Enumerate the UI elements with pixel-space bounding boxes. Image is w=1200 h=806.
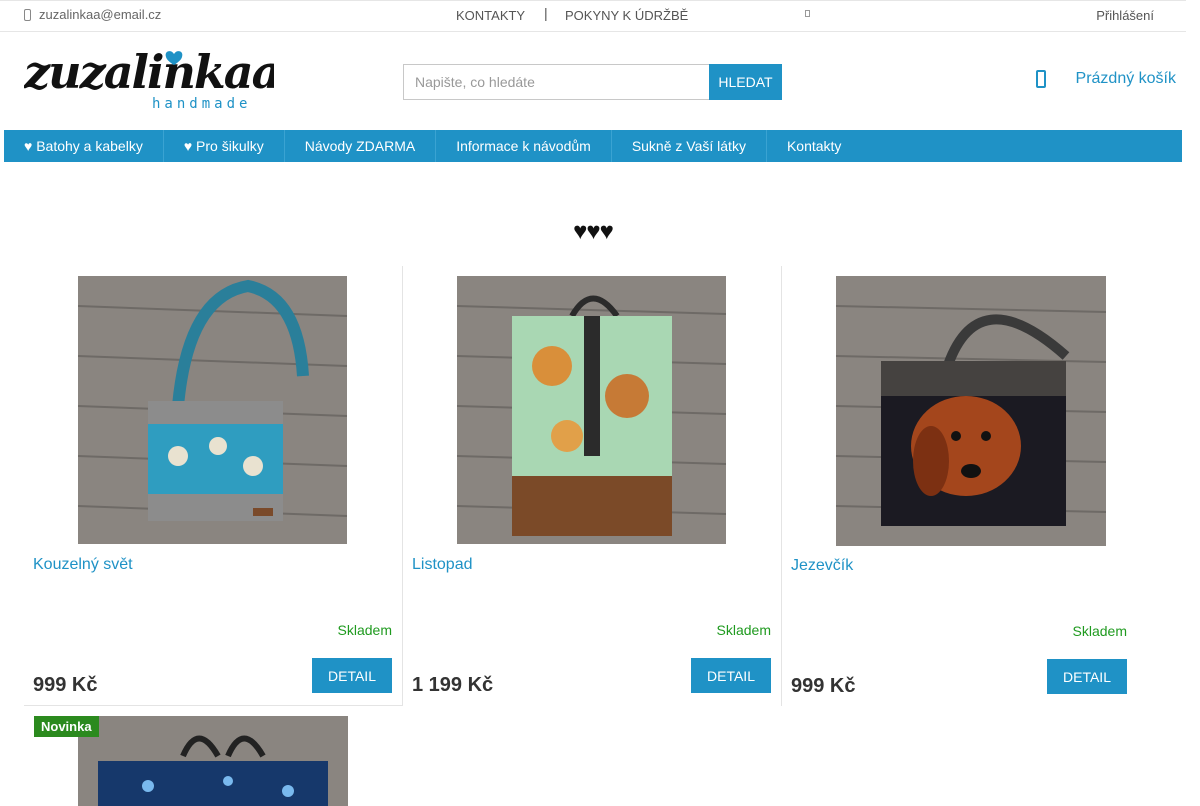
section-heading: ♥♥♥ [573,218,614,245]
new-badge: Novinka [34,716,99,737]
product-title[interactable]: Jezevčík [791,557,853,575]
nav-item-free-patterns[interactable]: Návody ZDARMA [285,130,437,162]
product-card: Listopad Skladem 1 199 Kč DETAIL [403,266,782,706]
top-link-contacts[interactable]: KONTAKTY [456,8,525,23]
detail-button[interactable]: DETAIL [1047,659,1127,694]
main-nav: ♥ Batohy a kabelky ♥ Pro šikulky Návody … [4,130,1182,162]
email-contact[interactable]: zuzalinkaa@email.cz [24,7,161,22]
nav-item-skirts[interactable]: Sukně z Vaší látky [612,130,767,162]
product-price: 1 199 Kč [412,674,494,696]
product-image[interactable] [836,276,1106,546]
product-title[interactable]: Listopad [412,556,473,574]
top-bar: zuzalinkaa@email.cz KONTAKTY | POKYNY K … [0,0,1186,32]
nav-item-crafters[interactable]: ♥ Pro šikulky [164,130,285,162]
login-link[interactable]: Přihlášení [1096,8,1154,23]
stock-status: Skladem [337,622,392,638]
cart-icon [1035,70,1046,88]
product-card: Novinka [24,706,403,806]
product-price: 999 Kč [791,675,856,697]
site-logo[interactable]: zuzalinkaa handmade [24,48,274,112]
email-text: zuzalinkaa@email.cz [39,7,162,22]
nav-item-bags[interactable]: ♥ Batohy a kabelky [4,130,164,162]
search-button[interactable]: HLEDAT [709,64,782,100]
product-image[interactable] [78,276,347,544]
cart[interactable]: Prázdný košík [1035,70,1176,88]
detail-button[interactable]: DETAIL [312,658,392,693]
top-link-care[interactable]: POKYNY K ÚDRŽBĚ [565,8,688,23]
product-card: Kouzelný svět Skladem 999 Kč DETAIL [24,266,403,706]
search-form: HLEDAT [403,64,782,100]
dropdown-icon[interactable] [805,10,810,17]
nav-item-contacts[interactable]: Kontakty [767,130,861,162]
stock-status: Skladem [1072,623,1127,639]
product-price: 999 Kč [33,674,98,696]
product-card: Jezevčík Skladem 999 Kč DETAIL [782,266,1161,706]
product-title[interactable]: Kouzelný svět [33,556,133,574]
product-image[interactable] [457,276,726,544]
search-input[interactable] [403,64,709,100]
nav-item-pattern-info[interactable]: Informace k návodům [436,130,612,162]
top-separator: | [544,5,548,21]
svg-text:zuzalinkaa: zuzalinkaa [24,48,274,99]
detail-button[interactable]: DETAIL [691,658,771,693]
svg-text:handmade: handmade [152,96,251,112]
product-image[interactable] [78,716,348,806]
phone-icon [24,8,31,21]
cart-label: Prázdný košík [1075,70,1176,87]
stock-status: Skladem [716,622,771,638]
